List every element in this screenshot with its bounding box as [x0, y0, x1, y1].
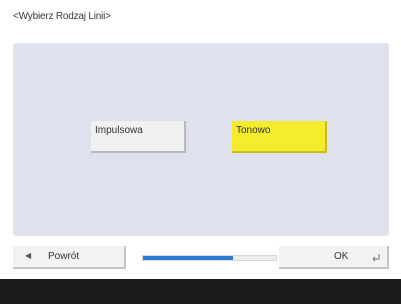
option-impulsowa-button[interactable]: Impulsowa	[91, 121, 186, 153]
ok-button-label: OK	[334, 251, 349, 262]
enter-return-icon	[372, 254, 380, 262]
screen-title: <Wybierz Rodzaj Linii>	[13, 11, 111, 22]
line-type-options-panel: Impulsowa Tonowo	[13, 43, 389, 236]
progress-bar-fill	[143, 256, 234, 260]
left-arrow-icon: ◀	[25, 251, 32, 260]
bottom-navigation-bar: ◀ Powrót OK	[13, 246, 389, 269]
footer-bar	[0, 279, 401, 304]
progress-bar	[142, 255, 277, 261]
back-button[interactable]: ◀ Powrót	[13, 246, 126, 269]
option-tonowo-button[interactable]: Tonowo	[232, 121, 327, 153]
back-button-label: Powrót	[48, 251, 80, 262]
ok-button[interactable]: OK	[279, 246, 389, 269]
